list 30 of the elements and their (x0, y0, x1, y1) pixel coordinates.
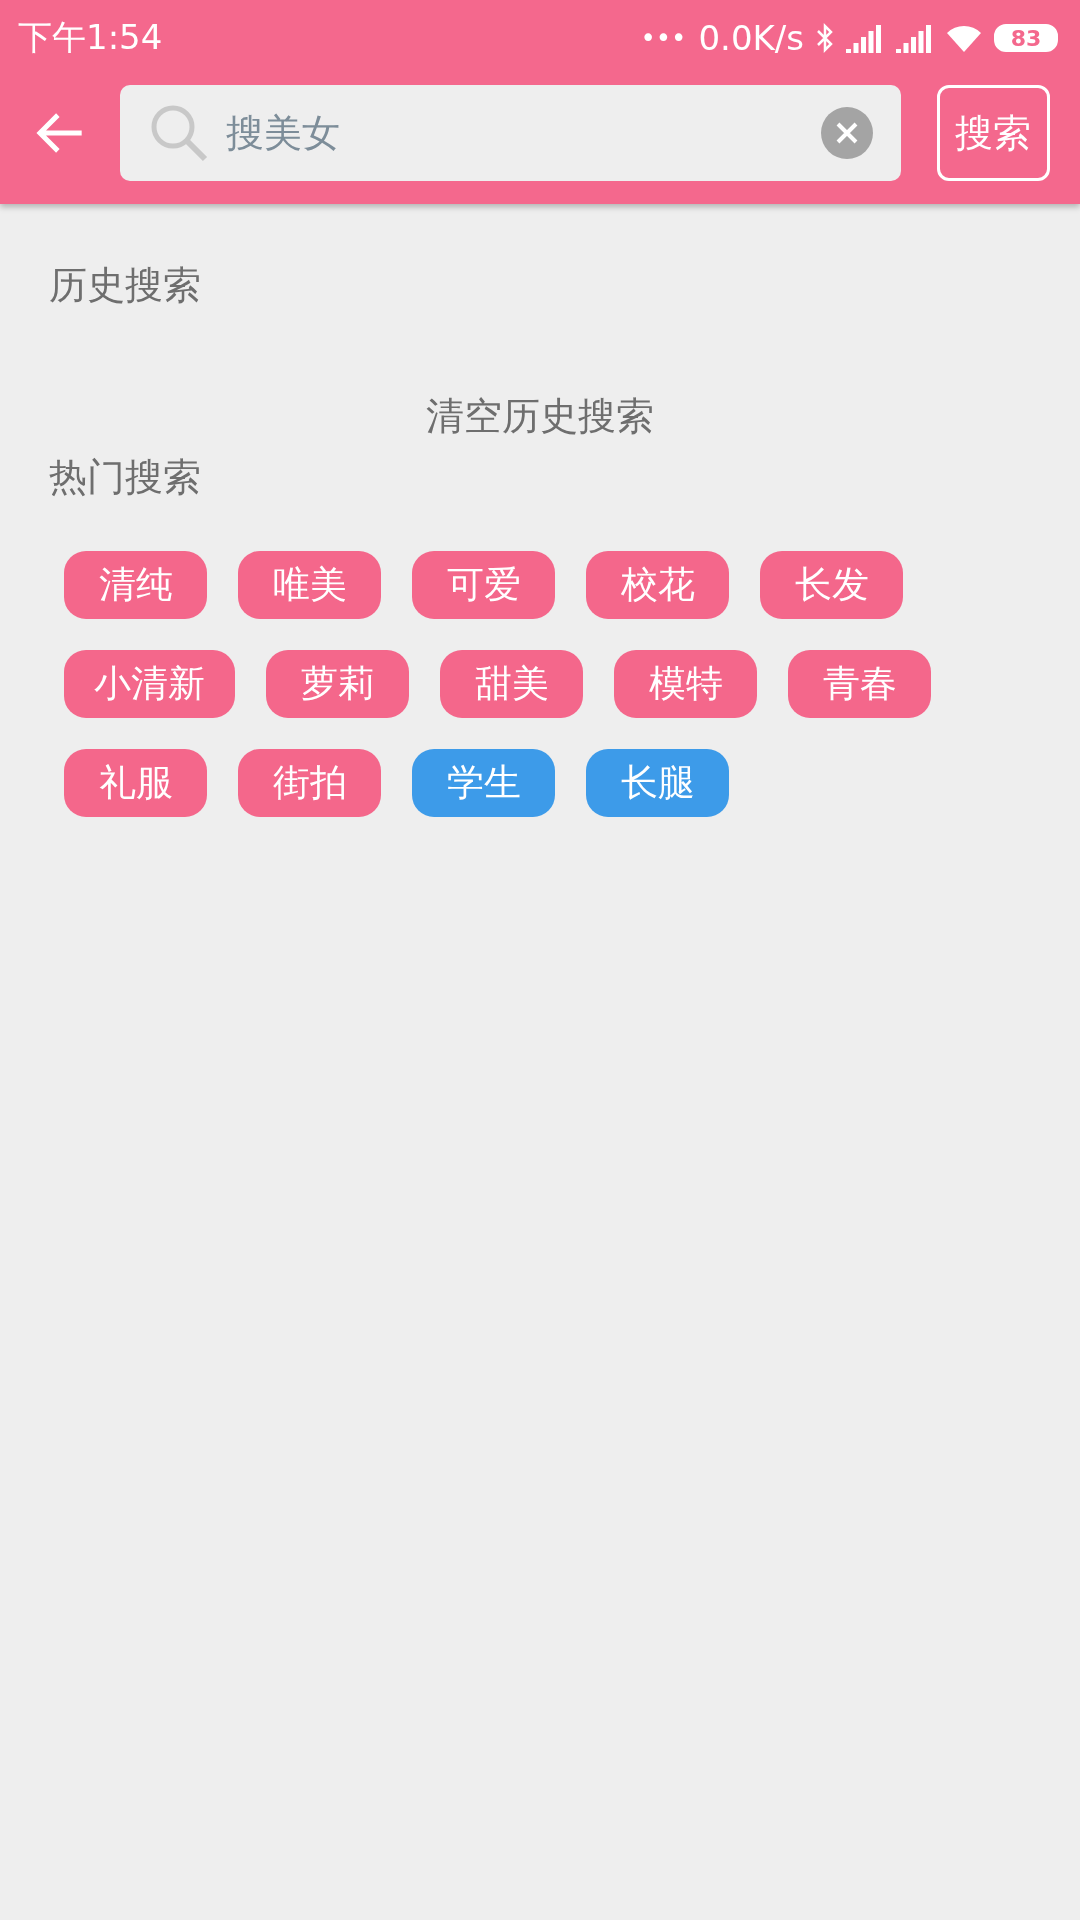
hot-tag[interactable]: 小清新 (64, 650, 235, 718)
hot-tag[interactable]: 学生 (412, 749, 555, 817)
battery-icon: 83 (994, 24, 1058, 52)
hot-tag[interactable]: 唯美 (238, 551, 381, 619)
wifi-icon (946, 23, 982, 53)
hot-tag[interactable]: 街拍 (238, 749, 381, 817)
search-button[interactable]: 搜索 (936, 85, 1050, 181)
hot-tag[interactable]: 萝莉 (266, 650, 409, 718)
search-icon (149, 104, 208, 162)
back-arrow-icon[interactable] (36, 113, 84, 153)
hot-tag[interactable]: 清纯 (64, 551, 207, 619)
status-time: 下午1:54 (18, 16, 163, 59)
status-dots: ••• (640, 23, 687, 53)
signal-icon (896, 23, 934, 53)
section-title: 历史搜索 (49, 262, 202, 309)
hot-tag[interactable]: 长腿 (586, 749, 729, 817)
clear-icon[interactable] (820, 107, 873, 159)
network-speed: 0.0K/s (698, 18, 804, 58)
hot-tag[interactable]: 青春 (788, 650, 931, 718)
hot-tag[interactable]: 长发 (760, 551, 903, 619)
search-field[interactable]: 搜美女 (119, 85, 901, 181)
section-title: 热门搜索 (49, 454, 202, 501)
hot-tag[interactable]: 可爱 (412, 551, 555, 619)
hot-tag[interactable]: 礼服 (64, 749, 207, 817)
hot-tag[interactable]: 校花 (586, 551, 729, 619)
clear-history-link[interactable]: 清空历史搜索 (49, 391, 1031, 442)
hot-tag[interactable]: 甜美 (440, 650, 583, 718)
signal-icon (846, 23, 884, 53)
bluetooth-icon (816, 22, 834, 54)
hot-tag[interactable]: 模特 (614, 650, 757, 718)
